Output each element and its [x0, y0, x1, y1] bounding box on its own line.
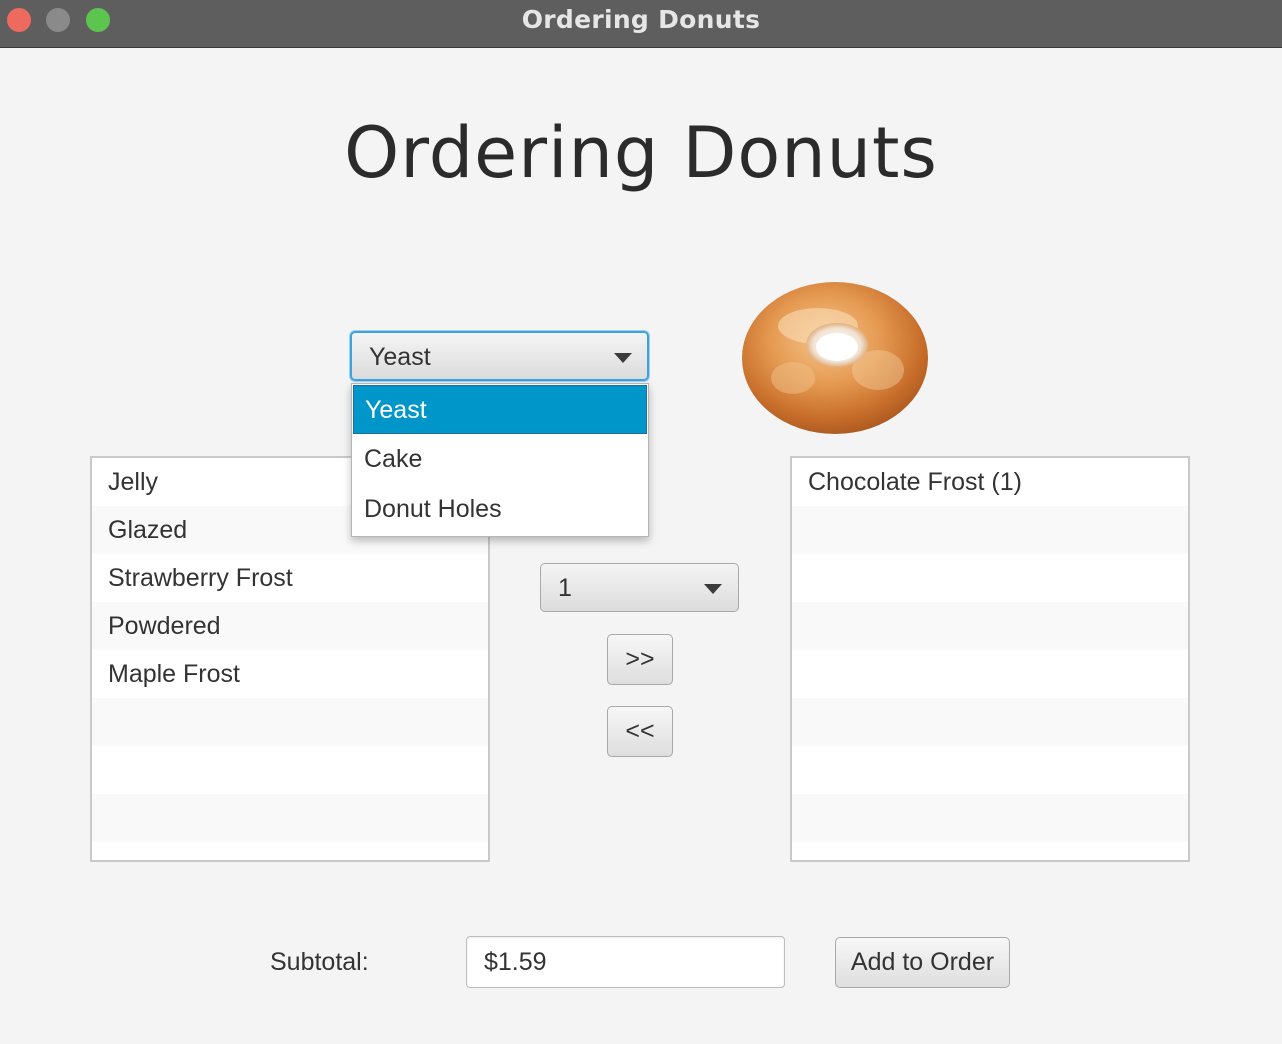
chevron-down-icon: [704, 584, 722, 594]
list-item[interactable]: Maple Frost: [92, 650, 488, 698]
window-title: Ordering Donuts: [521, 5, 761, 34]
empty-list-row: [792, 842, 1188, 860]
donut-type-combobox[interactable]: Yeast: [350, 331, 649, 381]
quantity-selected-value: 1: [558, 574, 572, 602]
empty-list-row: [92, 746, 488, 794]
window-titlebar: Ordering Donuts: [0, 0, 1282, 48]
quantity-combobox[interactable]: 1: [540, 563, 739, 612]
empty-list-row: [792, 554, 1188, 602]
page-title: Ordering Donuts: [344, 112, 938, 194]
empty-list-row: [792, 698, 1188, 746]
list-item[interactable]: Strawberry Frost: [92, 554, 488, 602]
dropdown-option-yeast[interactable]: Yeast: [353, 385, 647, 434]
add-to-order-button[interactable]: Add to Order: [835, 937, 1010, 988]
list-item[interactable]: Chocolate Frost (1): [792, 458, 1188, 506]
empty-list-row: [92, 698, 488, 746]
empty-list-row: [792, 794, 1188, 842]
remove-donut-button[interactable]: <<: [607, 706, 673, 757]
chevron-down-icon: [614, 353, 632, 363]
empty-list-row: [92, 794, 488, 842]
list-item[interactable]: Powdered: [92, 602, 488, 650]
empty-list-row: [792, 650, 1188, 698]
donut-type-dropdown: Yeast Cake Donut Holes: [351, 383, 649, 537]
empty-list-row: [792, 602, 1188, 650]
subtotal-field[interactable]: $1.59: [466, 936, 785, 988]
donut-type-selected-value: Yeast: [369, 343, 431, 371]
empty-list-row: [792, 746, 1188, 794]
add-donut-button[interactable]: >>: [607, 634, 673, 685]
dropdown-option-cake[interactable]: Cake: [353, 435, 647, 484]
empty-list-row: [792, 506, 1188, 554]
selected-donuts-list[interactable]: Chocolate Frost (1): [790, 456, 1190, 862]
subtotal-label: Subtotal:: [270, 948, 369, 976]
dropdown-option-donut-holes[interactable]: Donut Holes: [353, 485, 647, 534]
empty-list-row: [92, 842, 488, 860]
glazed-donut-image: [742, 282, 928, 434]
